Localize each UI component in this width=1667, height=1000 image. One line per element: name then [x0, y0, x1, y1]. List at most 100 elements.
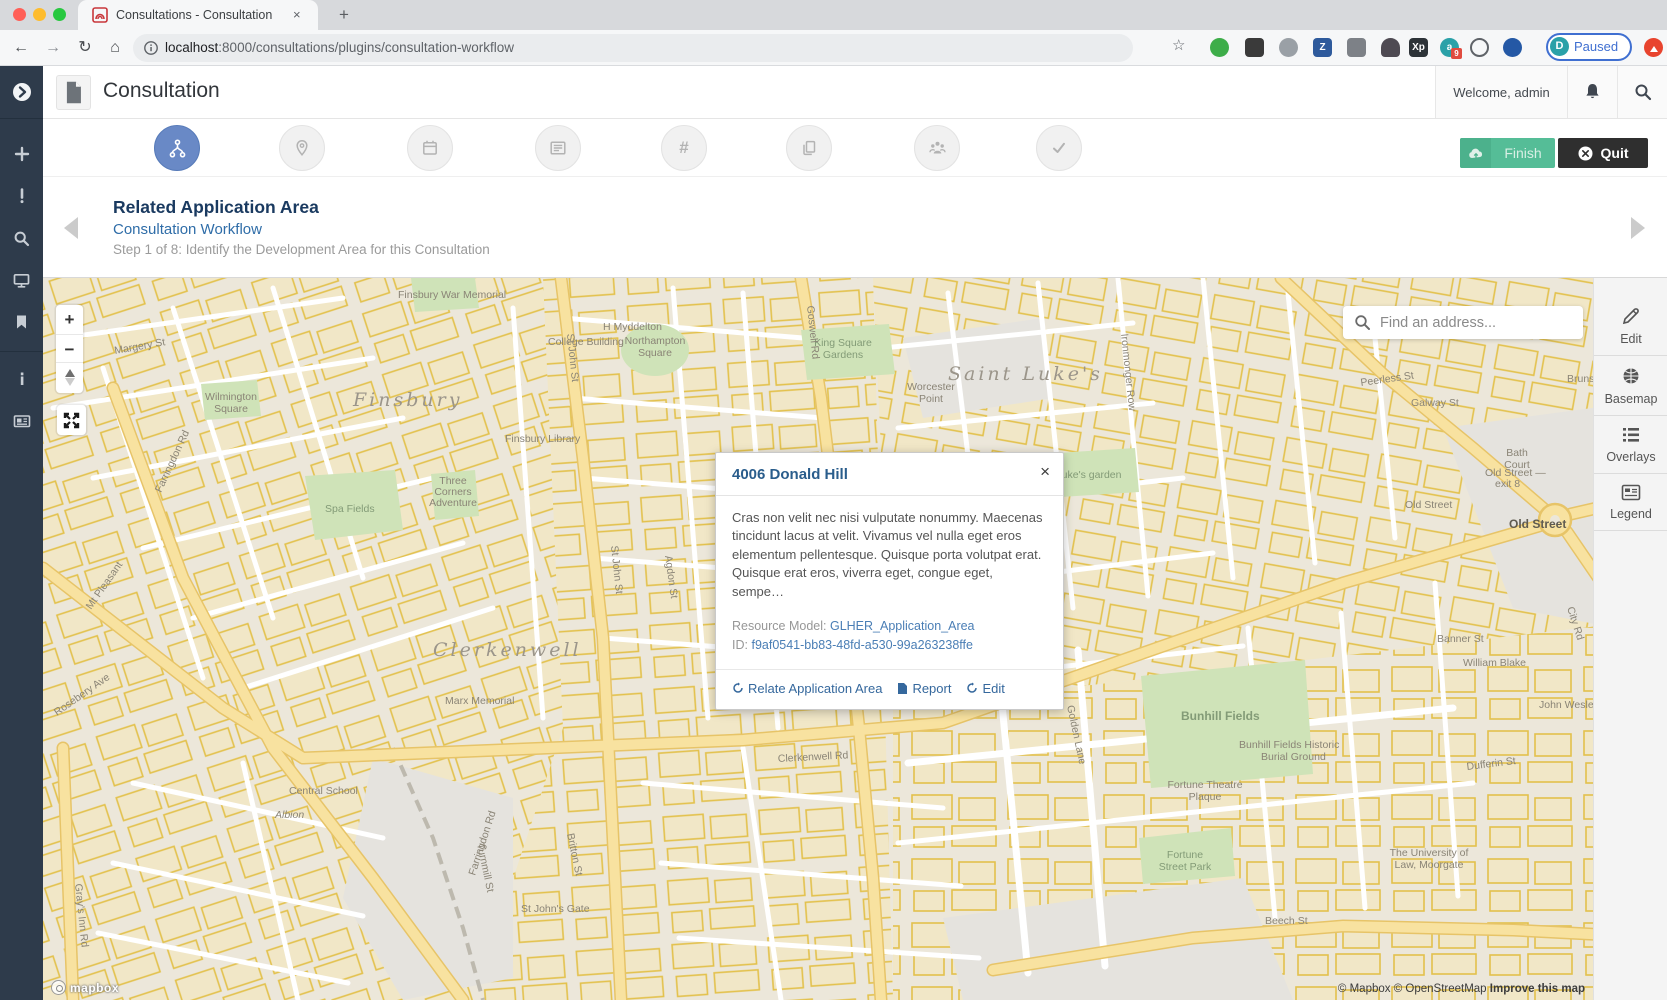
url-host: localhost [165, 40, 218, 55]
arches-favicon [92, 7, 108, 23]
globe-extension-icon[interactable] [1503, 38, 1522, 57]
evernote-extension-icon[interactable] [1210, 38, 1229, 57]
map-label: Bunhill Fields [1181, 709, 1260, 723]
map-label: Gardens [823, 349, 863, 361]
users-icon [928, 139, 947, 157]
improve-map-link[interactable]: Improve this map [1490, 983, 1585, 995]
search-icon [1354, 314, 1371, 331]
previous-step-arrow[interactable] [64, 217, 78, 239]
action-label: Relate Application Area [748, 681, 882, 696]
bookmark-star-icon[interactable]: ☆ [1172, 36, 1185, 54]
sidebar-item-bookmarks[interactable] [0, 301, 43, 343]
zotero-extension-icon[interactable]: Z [1313, 38, 1332, 57]
step-related-application-area[interactable] [154, 125, 200, 171]
welcome-user[interactable]: Welcome, admin [1435, 66, 1567, 118]
monitor-icon [13, 272, 30, 289]
back-icon[interactable]: ← [9, 36, 33, 60]
profile-status: Paused [1574, 39, 1618, 54]
address-search-input[interactable] [1380, 315, 1583, 331]
zoom-in-button[interactable]: + [56, 305, 83, 334]
step-complete[interactable] [1036, 125, 1082, 171]
onetab-extension-icon[interactable] [1644, 38, 1663, 57]
resource-model-link[interactable]: GLHER_Application_Area [830, 619, 975, 633]
step-map[interactable] [279, 125, 325, 171]
quit-button[interactable]: Quit [1558, 138, 1648, 168]
map-edit-button[interactable]: Edit [1594, 296, 1667, 356]
step-dates[interactable] [407, 125, 453, 171]
map-label: Galway St [1411, 397, 1459, 409]
step-reference-numbers[interactable]: # [661, 125, 707, 171]
browser-tab[interactable]: Consultations - Consultation × [78, 0, 318, 30]
step-details[interactable] [535, 125, 581, 171]
window-zoom-button[interactable] [53, 8, 66, 21]
report-link[interactable]: Report [897, 681, 951, 696]
extension-icon[interactable] [1245, 38, 1264, 57]
quit-label: Quit [1601, 145, 1629, 161]
step-documents[interactable] [786, 125, 832, 171]
plus-icon [14, 146, 30, 162]
xp-extension-icon[interactable]: Xp [1409, 38, 1428, 57]
zoom-out-button[interactable]: − [56, 334, 83, 363]
mapbox-logo[interactable]: mapbox [51, 980, 119, 995]
finish-button[interactable]: Finish [1460, 138, 1555, 168]
relate-application-area-link[interactable]: Relate Application Area [732, 681, 882, 696]
banner-text: Related Application Area Consultation Wo… [113, 197, 490, 257]
map-label: Beech St [1265, 915, 1308, 927]
copy-file-icon [800, 139, 818, 157]
sidebar-item-notifications[interactable] [0, 175, 43, 217]
close-circle-icon [1578, 146, 1593, 161]
address-bar[interactable]: localhost:8000/consultations/plugins/con… [133, 34, 1133, 62]
branch-icon [168, 139, 187, 158]
map-legend-button[interactable]: Legend [1594, 474, 1667, 531]
map-marker-icon [293, 139, 311, 157]
map-basemap-button[interactable]: Basemap [1594, 356, 1667, 416]
notifications-button[interactable] [1567, 66, 1617, 118]
compass-control[interactable] [56, 363, 83, 392]
refresh-icon[interactable]: ↻ [73, 36, 97, 60]
step-contacts[interactable] [914, 125, 960, 171]
map-tool-strip: Edit Basemap Overlays [1593, 278, 1667, 1000]
map-label: Banner St [1437, 633, 1484, 645]
search-button[interactable] [1617, 66, 1667, 118]
close-icon[interactable]: × [1040, 462, 1050, 482]
edit-link[interactable]: Edit [966, 681, 1004, 696]
map-label: College Building [548, 336, 624, 348]
map-canvas[interactable]: Finsbury Clerkenwell Saint Luke's Finsbu… [43, 278, 1667, 1000]
tool-label: Edit [1620, 332, 1642, 346]
tool-label: Basemap [1605, 392, 1658, 406]
fullscreen-button[interactable] [57, 405, 86, 435]
person-extension-icon[interactable] [1470, 38, 1489, 57]
sidebar-item-info[interactable] [0, 358, 43, 400]
stamp-extension-icon[interactable] [1381, 38, 1400, 57]
resource-model-label: Resource Model: [732, 619, 827, 633]
rotate-icon [966, 682, 978, 694]
page-info-icon[interactable] [143, 40, 159, 56]
osm-attribution-link[interactable]: © OpenStreetMap [1394, 983, 1487, 995]
home-icon[interactable]: ⌂ [103, 36, 127, 60]
extension-icon[interactable] [1279, 38, 1298, 57]
forward-icon[interactable]: → [41, 36, 65, 60]
sidebar-item-news[interactable] [0, 400, 43, 442]
grid-extension-icon[interactable] [1347, 38, 1366, 57]
north-arrow-icon [65, 369, 75, 377]
sidebar-expand-button[interactable] [0, 66, 43, 119]
workflow-name[interactable]: Consultation Workflow [113, 221, 490, 238]
tab-close-icon[interactable]: × [293, 7, 301, 22]
map-label: Old Street [1405, 499, 1452, 511]
address-search-box [1343, 306, 1583, 339]
sidebar-item-search[interactable] [0, 217, 43, 259]
tool-label: Overlays [1606, 450, 1655, 464]
action-label: Report [912, 681, 951, 696]
sidebar-item-desktop[interactable] [0, 259, 43, 301]
map-overlays-button[interactable]: Overlays [1594, 416, 1667, 474]
resource-id-link[interactable]: f9af0541-bb83-48fd-a530-99a263238ffe [751, 638, 973, 652]
mapbox-attribution-link[interactable]: © Mapbox [1338, 983, 1391, 995]
new-tab-button[interactable]: + [332, 3, 356, 27]
sidebar-item-add[interactable] [0, 133, 43, 175]
cloud-upload-icon [1460, 138, 1491, 168]
map-label: William Blake [1463, 657, 1526, 669]
next-step-arrow[interactable] [1631, 217, 1645, 239]
window-minimize-button[interactable] [33, 8, 46, 21]
window-close-button[interactable] [13, 8, 26, 21]
profile-chip[interactable]: D Paused [1546, 33, 1632, 61]
